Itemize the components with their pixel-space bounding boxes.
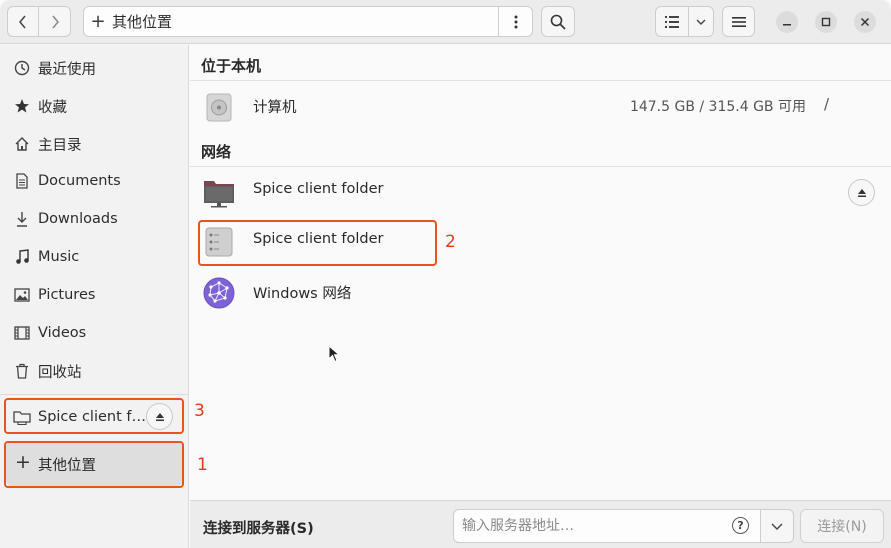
annotation-number: 1	[197, 455, 208, 475]
sidebar-item-pictures[interactable]: Pictures	[0, 277, 188, 313]
forward-button[interactable]	[38, 6, 71, 37]
mouse-cursor-icon	[328, 345, 340, 363]
chevron-down-icon	[696, 19, 706, 25]
star-icon	[13, 97, 31, 115]
file-manager-window: + 其他位置 最近使用 收藏 主目录 Documents Downloads M…	[0, 0, 891, 548]
video-icon	[13, 324, 31, 342]
sidebar-item-label: Pictures	[38, 287, 96, 303]
sidebar-item-documents[interactable]: Documents	[0, 163, 188, 199]
sidebar-item-starred[interactable]: 收藏	[0, 88, 188, 124]
section-title-network: 网络	[201, 143, 232, 161]
annotation-box-3	[4, 398, 184, 434]
main-content: 位于本机 计算机 147.5 GB / 315.4 GB 可用 / 网络 Spi…	[190, 45, 891, 500]
network-globe-icon	[203, 277, 235, 309]
section-title-local: 位于本机	[201, 57, 262, 75]
storage-info: 147.5 GB / 315.4 GB 可用	[629, 99, 806, 115]
section-divider	[190, 80, 891, 81]
connect-to-server-label: 连接到服务器(S)	[203, 521, 314, 537]
eject-icon	[857, 188, 866, 197]
sidebar-item-label: 回收站	[38, 364, 82, 381]
location-name: Windows 网络	[253, 286, 352, 302]
list-view-icon	[665, 15, 679, 28]
sidebar-item-videos[interactable]: Videos	[0, 315, 188, 351]
sidebar-item-label: Videos	[38, 325, 87, 341]
chevron-right-icon	[51, 15, 59, 28]
view-options-button[interactable]	[688, 6, 714, 37]
network-row-windows[interactable]: Windows 网络	[190, 268, 891, 316]
annotation-box-1	[4, 441, 184, 488]
eject-button[interactable]	[848, 179, 875, 206]
sidebar-item-label: Music	[38, 249, 80, 265]
annotation-number: 3	[194, 401, 205, 421]
recent-servers-dropdown[interactable]	[760, 509, 794, 543]
chevron-left-icon	[19, 15, 26, 28]
connect-button[interactable]: 连接(N)	[800, 509, 884, 543]
sidebar-item-label: 收藏	[38, 99, 67, 116]
music-icon	[13, 248, 31, 266]
network-row-spice-mounted[interactable]: Spice client folder	[190, 167, 891, 215]
back-button[interactable]	[7, 6, 39, 37]
close-button[interactable]	[854, 11, 876, 33]
location-name: 计算机	[253, 100, 297, 116]
help-icon[interactable]: ?	[732, 517, 749, 534]
sidebar-item-music[interactable]: Music	[0, 239, 188, 275]
sidebar-item-downloads[interactable]: Downloads	[0, 201, 188, 237]
sidebar-item-home[interactable]: 主目录	[0, 126, 188, 162]
connect-bar: 连接到服务器(S) ? 连接(N)	[190, 500, 891, 548]
clock-icon	[13, 59, 31, 77]
list-view-button[interactable]	[655, 6, 689, 37]
sidebar-item-label: Documents	[38, 173, 121, 189]
header-bar: + 其他位置	[0, 0, 891, 44]
sidebar-item-label: Downloads	[38, 211, 118, 227]
main-menu-button[interactable]	[722, 6, 755, 37]
path-menu-button[interactable]	[498, 7, 532, 36]
path-bar[interactable]: + 其他位置	[83, 6, 533, 37]
search-button[interactable]	[541, 6, 575, 37]
plus-icon: +	[90, 11, 106, 32]
maximize-button[interactable]	[815, 11, 837, 33]
hard-drive-icon	[206, 93, 232, 122]
maximize-icon	[821, 17, 831, 27]
mount-path: /	[823, 95, 829, 113]
trash-icon	[13, 362, 31, 380]
location-name: Spice client folder	[253, 181, 384, 197]
search-icon	[550, 14, 566, 30]
sidebar-separator	[0, 394, 188, 395]
sidebar-item-recent[interactable]: 最近使用	[0, 50, 188, 86]
minimize-button[interactable]	[776, 11, 798, 33]
hamburger-icon	[731, 16, 746, 27]
picture-icon	[13, 286, 31, 304]
home-icon	[13, 135, 31, 153]
close-icon	[860, 17, 870, 27]
sidebar-item-trash[interactable]: 回收站	[0, 353, 188, 389]
document-icon	[13, 172, 31, 190]
path-label: 其他位置	[112, 13, 173, 31]
location-row-computer[interactable]: 计算机 147.5 GB / 315.4 GB 可用 /	[190, 82, 891, 130]
sidebar-item-label: 主目录	[38, 137, 82, 154]
sidebar-item-label: 最近使用	[38, 61, 96, 78]
chevron-down-icon	[771, 523, 783, 530]
annotation-box-2	[198, 220, 437, 266]
download-icon	[13, 210, 31, 228]
annotation-number: 2	[445, 232, 456, 252]
vertical-dots-icon	[514, 15, 517, 28]
server-address-input[interactable]	[453, 509, 761, 543]
network-folder-icon	[204, 181, 234, 208]
minimize-icon	[783, 24, 791, 26]
